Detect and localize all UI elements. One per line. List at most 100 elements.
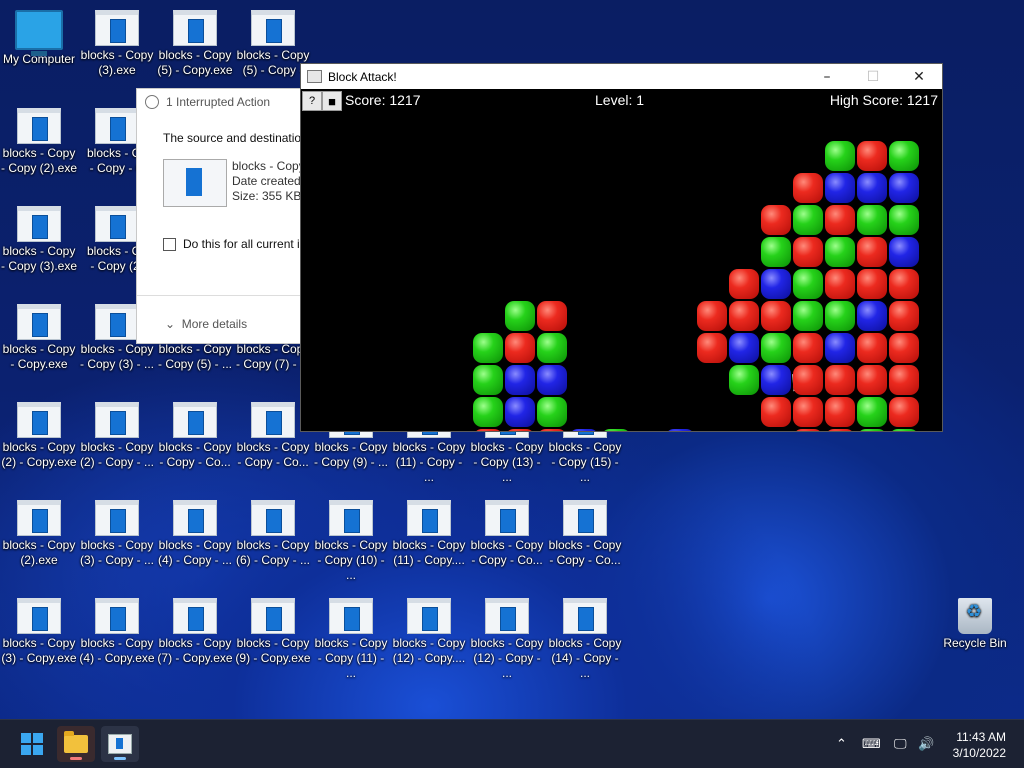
- desktop-file-icon[interactable]: blocks - Copy (7) - Copy.exe: [156, 598, 234, 666]
- green-block[interactable]: [473, 397, 503, 427]
- red-block[interactable]: [889, 333, 919, 363]
- green-block[interactable]: [537, 333, 567, 363]
- red-block[interactable]: [825, 269, 855, 299]
- green-block[interactable]: [793, 269, 823, 299]
- desktop-file-icon[interactable]: blocks - Copy - Copy - Co...: [156, 402, 234, 470]
- blue-block[interactable]: [889, 173, 919, 203]
- red-block[interactable]: [825, 429, 855, 431]
- red-block[interactable]: [825, 205, 855, 235]
- red-block[interactable]: [537, 301, 567, 331]
- volume-icon[interactable]: 🔊: [918, 720, 934, 768]
- keyboard-icon[interactable]: ⌨: [862, 720, 881, 768]
- green-block[interactable]: [537, 397, 567, 427]
- desktop-file-icon[interactable]: blocks - Copy (4) - Copy - ...: [156, 500, 234, 568]
- apply-all-checkbox[interactable]: Do this for all current it: [163, 237, 303, 251]
- green-block[interactable]: [889, 205, 919, 235]
- blue-block[interactable]: [505, 397, 535, 427]
- blue-block[interactable]: [825, 173, 855, 203]
- desktop-file-icon[interactable]: blocks - Copy (3) - Copy.exe: [0, 598, 78, 666]
- blue-block[interactable]: [889, 237, 919, 267]
- red-block[interactable]: [825, 365, 855, 395]
- my-computer-icon[interactable]: My Computer: [0, 10, 78, 67]
- red-block[interactable]: [729, 301, 759, 331]
- desktop-file-icon[interactable]: blocks - Copy - Copy - Co...: [546, 500, 624, 568]
- desktop-file-icon[interactable]: blocks - Copy - Copy (10) - ...: [312, 500, 390, 583]
- maximize-button[interactable]: ☐: [850, 64, 896, 89]
- blue-block[interactable]: [857, 173, 887, 203]
- red-block[interactable]: [697, 301, 727, 331]
- start-button[interactable]: [13, 726, 51, 762]
- block-attack-taskbar-button[interactable]: [101, 726, 139, 762]
- red-block[interactable]: [761, 301, 791, 331]
- green-block[interactable]: [825, 141, 855, 171]
- desktop-file-icon[interactable]: blocks - Copy (11) - Copy....: [390, 500, 468, 568]
- red-block[interactable]: [729, 269, 759, 299]
- green-block[interactable]: [857, 397, 887, 427]
- red-block[interactable]: [793, 397, 823, 427]
- blue-block[interactable]: [761, 269, 791, 299]
- red-block[interactable]: [889, 397, 919, 427]
- desktop-file-icon[interactable]: blocks - Copy (5) - Copy.exe: [156, 10, 234, 78]
- close-button[interactable]: ✕: [896, 64, 942, 89]
- red-block[interactable]: [857, 269, 887, 299]
- green-block[interactable]: [825, 301, 855, 331]
- green-block[interactable]: [825, 237, 855, 267]
- desktop-file-icon[interactable]: blocks - Copy - Copy (11) - ...: [312, 598, 390, 681]
- window-titlebar[interactable]: Block Attack! – ☐ ✕: [301, 64, 942, 89]
- green-block[interactable]: [889, 429, 919, 431]
- green-block[interactable]: [889, 141, 919, 171]
- desktop-file-icon[interactable]: blocks - Copy (6) - Copy - ...: [234, 500, 312, 568]
- blue-block[interactable]: [857, 301, 887, 331]
- green-block[interactable]: [473, 333, 503, 363]
- desktop-file-icon[interactable]: blocks - Copy (2) - Copy - ...: [78, 402, 156, 470]
- red-block[interactable]: [857, 237, 887, 267]
- red-block[interactable]: [825, 397, 855, 427]
- stop-button[interactable]: ■: [322, 91, 342, 111]
- blue-block[interactable]: [825, 333, 855, 363]
- red-block[interactable]: [889, 301, 919, 331]
- clock[interactable]: 11:43 AM 3/10/2022: [953, 729, 1006, 761]
- desktop-file-icon[interactable]: blocks - Copy (2).exe: [0, 500, 78, 568]
- red-block[interactable]: [793, 333, 823, 363]
- checkbox-box[interactable]: [163, 237, 176, 251]
- desktop-file-icon[interactable]: blocks - Copy (2) - Copy.exe: [0, 402, 78, 470]
- red-block[interactable]: [793, 173, 823, 203]
- green-block[interactable]: [761, 237, 791, 267]
- network-icon[interactable]: 🖵: [894, 720, 907, 768]
- game-board[interactable]: ? ■ Score: 1217 Level: 1 High Score: 121…: [301, 89, 942, 431]
- desktop-file-icon[interactable]: blocks - Copy - Copy (2).exe: [0, 108, 78, 176]
- blue-block[interactable]: [761, 365, 791, 395]
- green-block[interactable]: [505, 301, 535, 331]
- red-block[interactable]: [761, 397, 791, 427]
- desktop-file-icon[interactable]: blocks - Copy - Copy (3).exe: [0, 206, 78, 274]
- red-block[interactable]: [857, 365, 887, 395]
- desktop-file-icon[interactable]: blocks - Copy (12) - Copy - ...: [468, 598, 546, 681]
- green-block[interactable]: [601, 429, 631, 431]
- file-explorer-button[interactable]: [57, 726, 95, 762]
- green-block[interactable]: [857, 205, 887, 235]
- minimize-button[interactable]: –: [804, 64, 850, 89]
- red-block[interactable]: [697, 333, 727, 363]
- blue-block[interactable]: [729, 333, 759, 363]
- chevron-up-icon[interactable]: ⌃: [836, 720, 847, 768]
- red-block[interactable]: [857, 333, 887, 363]
- red-block[interactable]: [537, 429, 567, 431]
- recycle-bin-icon[interactable]: Recycle Bin: [936, 598, 1014, 651]
- red-block[interactable]: [793, 429, 823, 431]
- red-block[interactable]: [889, 269, 919, 299]
- green-block[interactable]: [473, 365, 503, 395]
- green-block[interactable]: [793, 205, 823, 235]
- red-block[interactable]: [793, 365, 823, 395]
- red-block[interactable]: [505, 429, 535, 431]
- desktop-file-icon[interactable]: blocks - Copy - Copy.exe: [0, 304, 78, 372]
- desktop-file-icon[interactable]: blocks - Copy (14) - Copy - ...: [546, 598, 624, 681]
- desktop-file-icon[interactable]: blocks - Copy (12) - Copy....: [390, 598, 468, 666]
- blue-block[interactable]: [537, 365, 567, 395]
- red-block[interactable]: [889, 365, 919, 395]
- desktop-file-icon[interactable]: blocks - Copy (4) - Copy.exe: [78, 598, 156, 666]
- red-block[interactable]: [473, 429, 503, 431]
- green-block[interactable]: [729, 365, 759, 395]
- desktop-file-icon[interactable]: blocks - Copy - Copy - Co...: [468, 500, 546, 568]
- blue-block[interactable]: [569, 429, 599, 431]
- help-button[interactable]: ?: [302, 91, 322, 111]
